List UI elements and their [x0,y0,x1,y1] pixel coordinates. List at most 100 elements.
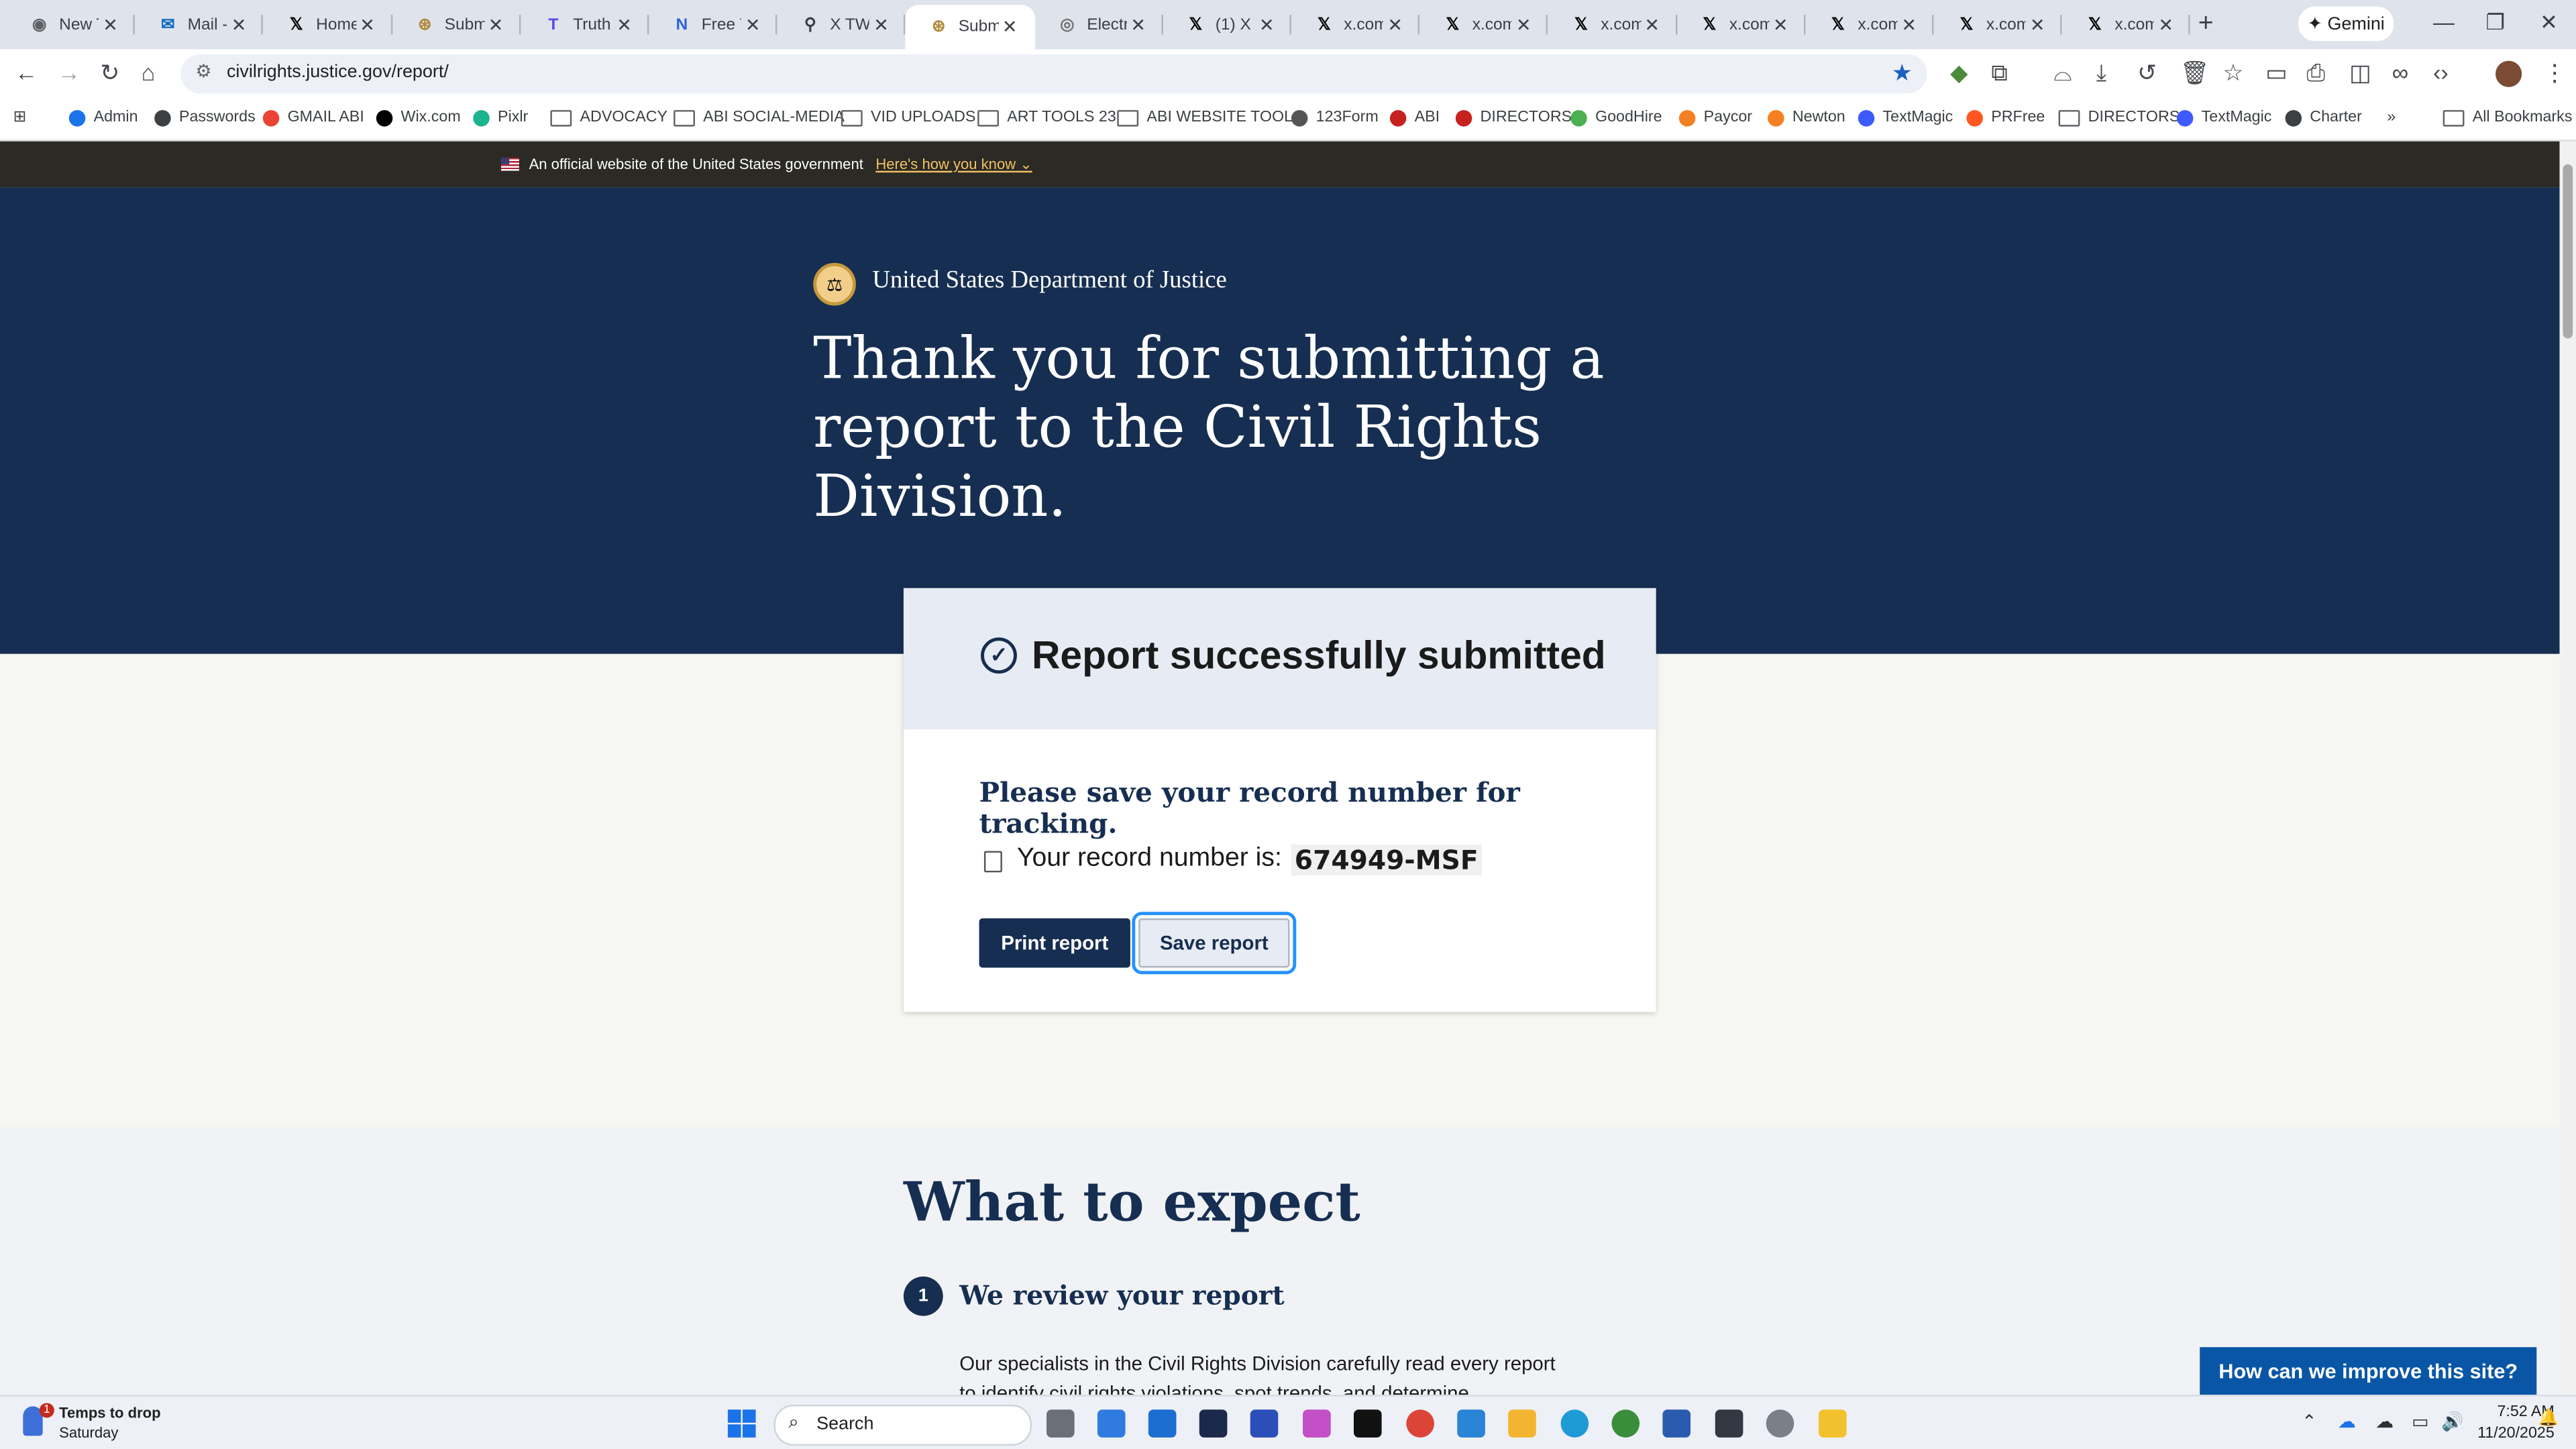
bookmark-6[interactable]: ABI SOCIAL-MEDIA [674,109,845,127]
all-bookmarks-button[interactable]: All Bookmarks [2443,109,2572,127]
tab-0[interactable]: ◉ New Ta✕ [7,7,136,43]
bookmark-4[interactable]: Pixlr [473,109,528,127]
bookmark-star-icon[interactable]: ★ [1892,59,1913,87]
bookmark-12[interactable]: DIRECTORS [1455,109,1572,127]
tab-15[interactable]: 𝕏x.com/✕ [1933,7,2063,43]
bookmark-1[interactable]: Passwords [154,109,256,127]
bookmark-5[interactable]: ADVOCACY [550,109,667,127]
cmd-icon[interactable] [1715,1409,1743,1438]
volume-icon[interactable]: 🔊 [2441,1411,2464,1432]
bookmark-8[interactable]: ART TOOLS 23 [977,109,1116,127]
forward-icon[interactable]: → [58,59,80,85]
bookmark-10[interactable]: 123Form [1291,109,1379,127]
minimize-icon[interactable]: — [2433,10,2455,35]
close-tab-icon[interactable]: ✕ [741,14,764,35]
tab-10[interactable]: 𝕏x.com/✕ [1291,7,1420,43]
tab-1[interactable]: ✉ Mail - A✕ [135,7,264,43]
apps-grid-icon[interactable]: ⊞ [13,109,27,127]
chrome-profile-icon[interactable] [1611,1409,1640,1438]
agency-name[interactable]: United States Department of Justice [872,268,1226,296]
close-tab-icon[interactable]: ✕ [869,14,892,35]
delete-icon[interactable]: 🗑 [2180,59,2210,87]
close-tab-icon[interactable]: ✕ [1641,14,1664,35]
bookmark-16[interactable]: TextMagic [1858,109,1953,127]
scrollbar-thumb[interactable] [2563,164,2573,339]
onedrive-icon[interactable]: ☁ [2338,1411,2356,1432]
close-tab-icon[interactable]: ✕ [1126,14,1149,35]
close-tab-icon[interactable]: ✕ [1769,14,1792,35]
close-tab-icon[interactable]: ✕ [2026,14,2049,35]
tab-7[interactable]: ⊛ Submi✕ [906,5,1034,50]
bookmark-18[interactable]: DIRECTORS [2058,109,2180,127]
tab-11[interactable]: 𝕏x.com/✕ [1419,7,1549,43]
onedrive-personal-icon[interactable]: ☁ [2375,1411,2394,1432]
file-explorer-icon[interactable] [1508,1409,1536,1438]
print-report-button[interactable]: Print report [979,918,1130,968]
bookmark-2[interactable]: GMAIL ABI [262,109,364,127]
close-tab-icon[interactable]: ✕ [484,14,507,35]
close-tab-icon[interactable]: ✕ [1384,14,1407,35]
close-tab-icon[interactable]: ✕ [99,14,121,35]
copilot-icon[interactable] [1303,1409,1331,1438]
bookmark-11[interactable]: ABI [1389,109,1440,127]
close-tab-icon[interactable]: ✕ [2155,14,2178,35]
address-bar[interactable]: ⚙ civilrights.justice.gov/report/ ★ [180,54,1927,94]
tab-2[interactable]: 𝕏 Home /✕ [264,7,392,43]
remote-desktop-icon[interactable] [1662,1409,1691,1438]
chevron-up-icon[interactable]: ⌃ [2302,1411,2317,1432]
tab-3[interactable]: ⊛ Submi✕ [392,7,521,43]
bookmark-13[interactable]: GoodHire [1570,109,1662,127]
tab-5[interactable]: N Free Te✕ [649,7,778,43]
bookmark-17[interactable]: PRFree [1966,109,2045,127]
tab-12[interactable]: 𝕏x.com/✕ [1548,7,1677,43]
tab-13[interactable]: 𝕏x.com/✕ [1676,7,1806,43]
reading-mode-icon[interactable]: ▭ [2265,59,2287,87]
close-tab-icon[interactable]: ✕ [998,16,1021,38]
close-tab-icon[interactable]: ✕ [1898,14,1921,35]
sticky-notes-icon[interactable] [1819,1409,1847,1438]
chrome-icon[interactable] [1406,1409,1434,1438]
tab-8[interactable]: ◎ Electro✕ [1034,7,1163,43]
close-tab-icon[interactable]: ✕ [1255,14,1278,35]
extensions-puzzle-icon[interactable]: ⧉ [1991,59,2007,87]
devtools-icon[interactable]: ‹› [2433,59,2449,85]
azure-icon[interactable] [1250,1409,1279,1438]
back-icon[interactable]: ← [15,59,38,85]
more-bookmarks-icon[interactable]: » [2387,109,2396,127]
profile-avatar[interactable] [2496,60,2522,87]
close-tab-icon[interactable]: ✕ [356,14,378,35]
history-icon[interactable]: ↺ [2137,59,2157,87]
url-text[interactable]: civilrights.justice.gov/report/ [227,62,449,82]
extension-icon[interactable]: ◆ [1950,59,1968,87]
close-tab-icon[interactable]: ✕ [1512,14,1535,35]
store-icon[interactable] [1097,1409,1126,1438]
start-button-icon[interactable] [727,1409,756,1438]
feedback-button[interactable]: How can we improve this site? [2200,1347,2537,1395]
tab-14[interactable]: 𝕏x.com/✕ [1805,7,1934,43]
notification-bell-icon[interactable]: 🔔 [2538,1409,2559,1428]
bookmark-3[interactable]: Wix.com [376,109,461,127]
bookmark-15[interactable]: Newton [1768,109,1845,127]
close-tab-icon[interactable]: ✕ [227,14,250,35]
bookmark-20[interactable]: Charter [2285,109,2362,127]
incognito-icon[interactable]: ⌓ [2053,59,2072,87]
network-icon[interactable]: ▭ [2412,1411,2428,1432]
powershell-icon[interactable] [1199,1409,1228,1438]
print-icon[interactable]: ⎙ [2306,59,2324,87]
bookmark-0[interactable]: Admin [68,109,138,127]
tab-6[interactable]: ⚲ X TWIT✕ [777,7,906,43]
task-view-icon[interactable] [1046,1409,1075,1438]
edge-icon[interactable] [1560,1409,1589,1438]
menu-dots-icon[interactable]: ⋮ [2543,59,2566,87]
tab-9[interactable]: 𝕏 (1) X D✕ [1163,7,1292,43]
favorites-icon[interactable]: ☆ [2222,59,2243,87]
bookmark-7[interactable]: VID UPLOADS [841,109,975,127]
restore-icon[interactable]: ❐ [2485,10,2505,36]
close-window-icon[interactable]: ✕ [2540,10,2558,36]
tab-4[interactable]: T Truth S✕ [521,7,649,43]
new-tab-button[interactable]: + [2198,10,2214,40]
heres-how-you-know-link[interactable]: Here's how you know ⌄ [875,156,1032,174]
page-scrollbar[interactable] [2559,141,2576,1395]
side-panel-icon[interactable]: ◫ [2349,59,2371,87]
bookmark-14[interactable]: Paycor [1678,109,1752,127]
